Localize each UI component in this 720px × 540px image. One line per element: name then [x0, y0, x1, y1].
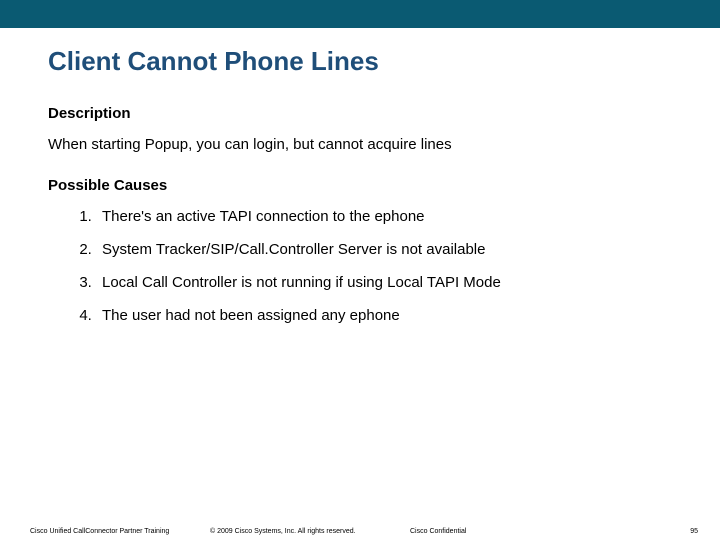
causes-list: There's an active TAPI connection to the… [48, 208, 672, 324]
footer-page-number: 95 [690, 528, 698, 535]
top-accent-bar [0, 0, 720, 28]
slide-title: Client Cannot Phone Lines [48, 46, 672, 77]
causes-heading: Possible Causes [48, 177, 672, 194]
description-heading: Description [48, 105, 672, 122]
list-item: The user had not been assigned any ephon… [96, 307, 672, 324]
footer-copyright: © 2009 Cisco Systems, Inc. All rights re… [210, 528, 356, 535]
footer-confidential: Cisco Confidential [410, 528, 466, 535]
slide-body: Client Cannot Phone Lines Description Wh… [0, 28, 720, 324]
footer-training-label: Cisco Unified CallConnector Partner Trai… [30, 528, 169, 535]
list-item: Local Call Controller is not running if … [96, 274, 672, 291]
list-item: There's an active TAPI connection to the… [96, 208, 672, 225]
description-text: When starting Popup, you can login, but … [48, 136, 672, 153]
list-item: System Tracker/SIP/Call.Controller Serve… [96, 241, 672, 258]
